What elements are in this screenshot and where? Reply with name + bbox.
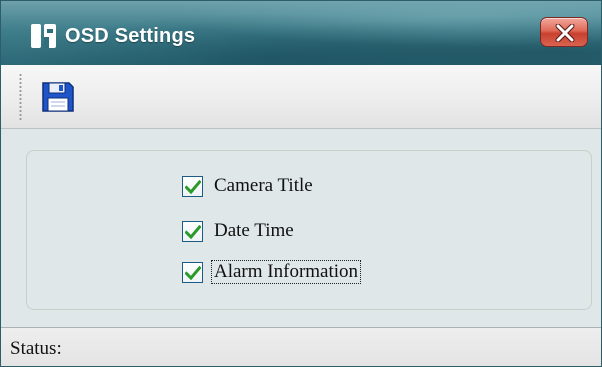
floppy-disk-icon (42, 82, 74, 112)
toolbar (1, 65, 601, 129)
alarm-information-option[interactable]: Alarm Information (182, 259, 362, 285)
save-button[interactable] (35, 77, 83, 117)
date-time-option[interactable]: Date Time (182, 218, 296, 244)
title-bar[interactable]: OSD Settings (1, 1, 601, 65)
toolbar-grip[interactable] (19, 73, 22, 121)
checkmark-icon (185, 265, 201, 280)
osd-app-icon (31, 23, 57, 49)
alarm-information-checkbox[interactable] (182, 261, 203, 283)
status-label: Status: (10, 338, 62, 359)
date-time-label: Date Time (214, 220, 294, 241)
status-bar: Status: (1, 327, 601, 366)
close-icon (555, 24, 575, 42)
date-time-checkbox[interactable] (182, 220, 203, 242)
checkmark-icon (185, 179, 201, 194)
close-button[interactable] (540, 17, 588, 47)
alarm-information-label: Alarm Information (210, 260, 362, 284)
settings-panel (1, 130, 601, 327)
camera-title-checkbox[interactable] (182, 175, 203, 197)
camera-title-option[interactable]: Camera Title (182, 173, 315, 199)
window-title: OSD Settings (65, 25, 196, 47)
camera-title-label: Camera Title (214, 175, 313, 196)
checkmark-icon (185, 224, 201, 239)
osd-settings-window: OSD Settings Camera Title Date Time Alar… (0, 0, 602, 367)
